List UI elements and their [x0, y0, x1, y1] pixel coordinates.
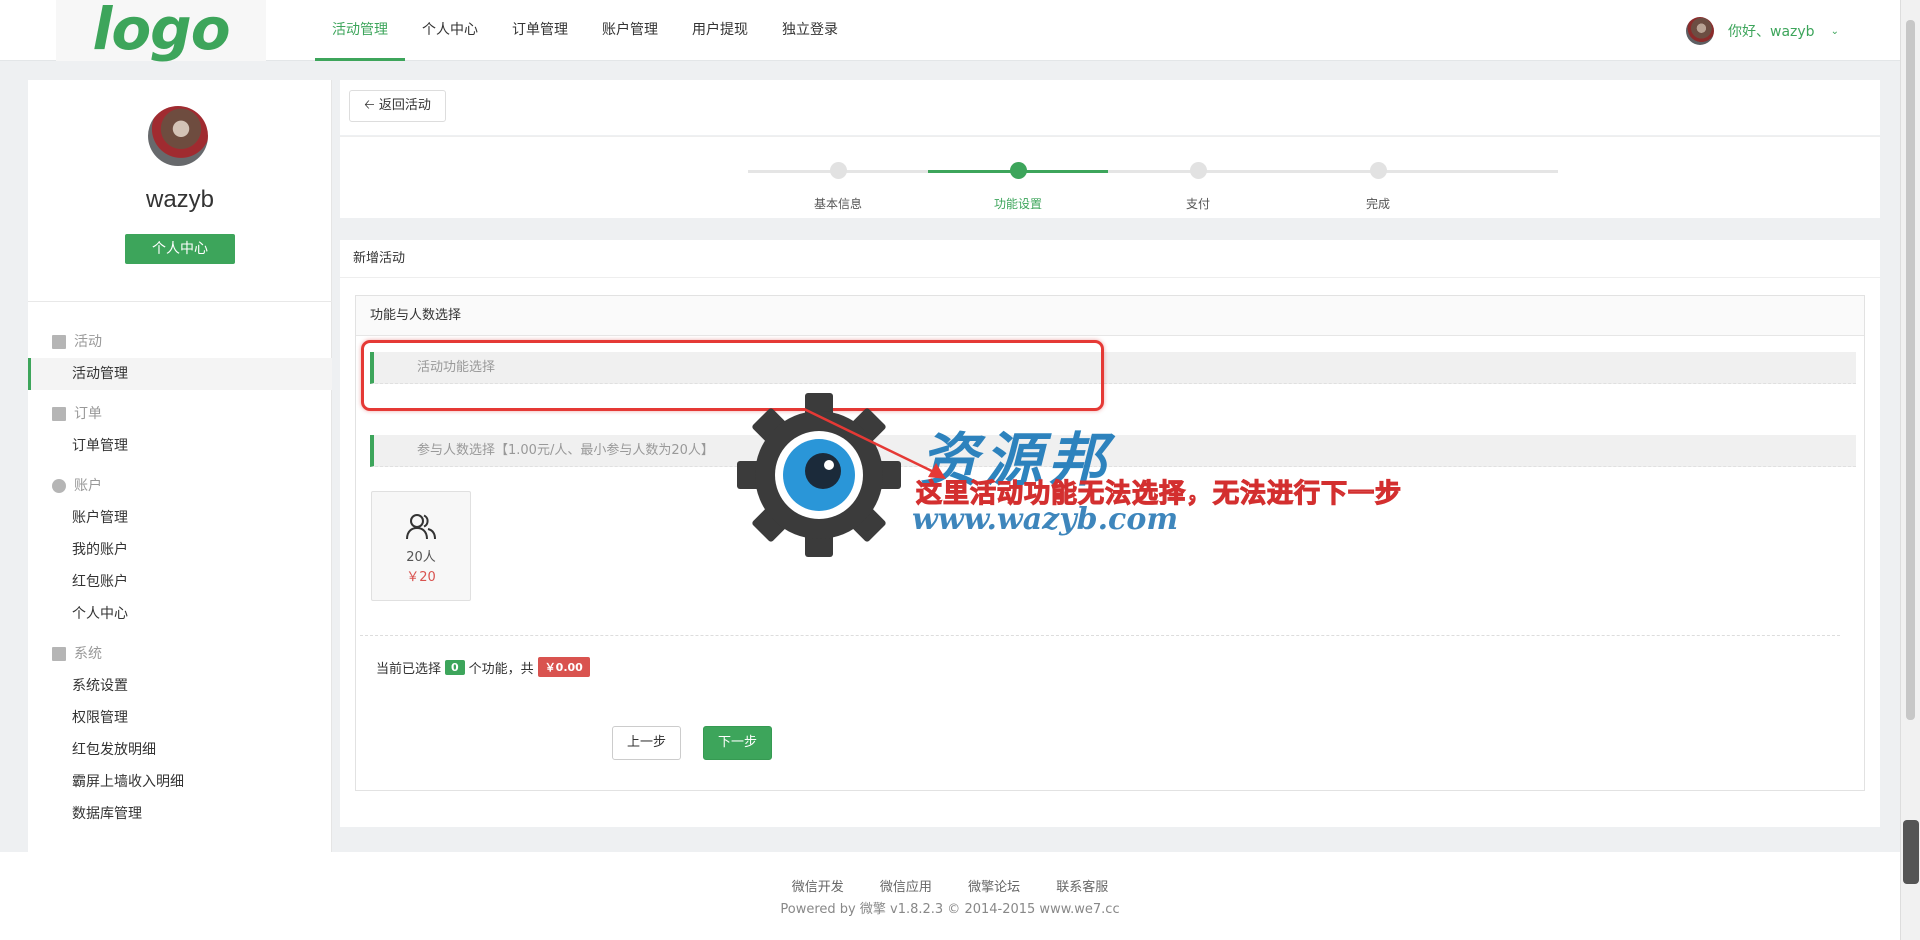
document-icon — [52, 647, 66, 661]
nav-activity-management[interactable]: 活动管理 — [315, 0, 405, 61]
back-button[interactable]: 🡠 返回活动 — [349, 90, 446, 122]
selection-summary: 当前已选择 0 个功能，共 ￥0.00 — [376, 657, 590, 677]
prev-step-button[interactable]: 上一步 — [612, 726, 681, 760]
scrollbar-thumb[interactable] — [1906, 20, 1915, 720]
nav-order-management[interactable]: 订单管理 — [495, 0, 585, 61]
sidebar-item-activity-management[interactable]: 活动管理 — [28, 358, 332, 390]
sidebar-group-account: 账户 — [28, 470, 332, 502]
step-label-payment: 支付 — [1185, 197, 1210, 211]
sidebar-group-label: 系统 — [74, 646, 102, 662]
total-price-badge: ￥0.00 — [537, 657, 590, 677]
people-price: ￥20 — [406, 570, 436, 585]
people-count: 20人 — [406, 550, 436, 565]
sidebar-group-activity: 活动 — [28, 326, 332, 358]
sidebar-item-account-management[interactable]: 账户管理 — [28, 502, 332, 534]
step-label-feature: 功能设置 — [993, 197, 1042, 211]
sidebar-group-order: 订单 — [28, 398, 332, 430]
step-label-done: 完成 — [1365, 197, 1390, 211]
sidebar-group-label: 订单 — [74, 406, 102, 422]
logo[interactable]: logo — [56, 0, 266, 61]
step-dot-basic — [830, 162, 847, 179]
step-line — [748, 170, 838, 173]
users-icon — [406, 514, 436, 540]
top-navbar: logo 活动管理 个人中心 订单管理 账户管理 用户提现 独立登录 你好、wa… — [0, 0, 1900, 61]
user-greeting: 你好、wazyb — [1728, 24, 1815, 40]
profile-avatar — [148, 106, 208, 166]
arrow-left-icon: 🡠 — [364, 98, 375, 113]
footer-link-wechat-dev[interactable]: 微信开发 — [792, 880, 844, 895]
sidebar-item-redpacket-account[interactable]: 红包账户 — [28, 566, 332, 598]
document-icon — [52, 407, 66, 421]
footer-copyright: Powered by 微擎 v1.8.2.3 © 2014-2015 www.w… — [780, 902, 1120, 917]
sidebar-item-order-management[interactable]: 订单管理 — [28, 430, 332, 462]
footer-link-wechat-apps[interactable]: 微信应用 — [880, 880, 932, 895]
nav-user-withdraw[interactable]: 用户提现 — [675, 0, 765, 61]
sidebar: wazyb 个人中心 活动 活动管理 订单 订单管理 账户 账户管理 我的账户 … — [28, 80, 332, 853]
divider — [28, 301, 332, 302]
people-option-card[interactable]: 20人 ￥20 — [371, 491, 471, 601]
chevron-down-icon: ⌄ — [1830, 25, 1839, 37]
annotation-text: 这里活动功能无法选择，无法进行下一步 — [915, 478, 1403, 509]
step-dot-feature — [1010, 162, 1027, 179]
step-line — [1468, 170, 1558, 173]
personal-center-button[interactable]: 个人中心 — [125, 234, 235, 264]
page-scrollbar[interactable] — [1900, 0, 1920, 940]
divider — [360, 635, 1840, 636]
document-icon — [52, 335, 66, 349]
footer-link-forum[interactable]: 微擎论坛 — [968, 880, 1020, 895]
sidebar-item-system-settings[interactable]: 系统设置 — [28, 670, 332, 702]
summary-prefix: 当前已选择 — [376, 661, 442, 677]
annotation-highlight-box — [361, 340, 1104, 411]
selected-count-badge: 0 — [445, 659, 465, 675]
sidebar-group-label: 账户 — [74, 478, 102, 494]
back-button-label: 返回活动 — [378, 98, 431, 113]
nav-personal-center[interactable]: 个人中心 — [405, 0, 495, 61]
step-line — [1108, 170, 1468, 173]
logo-text: logo — [92, 0, 230, 63]
step-label-basic: 基本信息 — [813, 197, 862, 211]
step-dot-payment — [1190, 162, 1207, 179]
avatar — [1686, 17, 1714, 45]
sidebar-menu: 活动 活动管理 订单 订单管理 账户 账户管理 我的账户 红包账户 个人中心 系… — [28, 326, 332, 830]
next-step-button[interactable]: 下一步 — [703, 726, 772, 760]
footer-links: 微信开发 微信应用 微擎论坛 联系客服 — [0, 876, 1900, 895]
main-nav: 活动管理 个人中心 订单管理 账户管理 用户提现 独立登录 — [315, 0, 855, 61]
form-title: 新增活动 — [340, 240, 1880, 278]
side-widget[interactable] — [1903, 820, 1919, 884]
sidebar-item-database[interactable]: 数据库管理 — [28, 798, 332, 830]
footer: 微信开发 微信应用 微擎论坛 联系客服 Powered by 微擎 v1.8.2… — [0, 852, 1900, 940]
footer-link-support[interactable]: 联系客服 — [1056, 880, 1108, 895]
user-menu[interactable]: 你好、wazyb ⌄ — [1686, 17, 1839, 45]
summary-mid: 个功能，共 — [468, 661, 534, 677]
pie-chart-icon — [52, 479, 66, 493]
nav-standalone-login[interactable]: 独立登录 — [765, 0, 855, 61]
panel-title: 功能与人数选择 — [356, 296, 1864, 336]
nav-account-management[interactable]: 账户管理 — [585, 0, 675, 61]
back-bar: 🡠 返回活动 — [340, 80, 1880, 135]
sidebar-item-personal-center[interactable]: 个人中心 — [28, 598, 332, 630]
people-section-header: 参与人数选择【1.00元/人、最小参与人数为20人】 — [370, 435, 1856, 467]
sidebar-group-system: 系统 — [28, 638, 332, 670]
sidebar-item-permissions[interactable]: 权限管理 — [28, 702, 332, 734]
sidebar-item-my-account[interactable]: 我的账户 — [28, 534, 332, 566]
sidebar-group-label: 活动 — [74, 334, 102, 350]
sidebar-item-redpacket-details[interactable]: 红包发放明细 — [28, 734, 332, 766]
profile-name: wazyb — [145, 186, 215, 213]
step-indicator: 基本信息 功能设置 支付 完成 — [340, 136, 1880, 218]
step-dot-done — [1370, 162, 1387, 179]
sidebar-item-screen-income[interactable]: 霸屏上墙收入明细 — [28, 766, 332, 798]
